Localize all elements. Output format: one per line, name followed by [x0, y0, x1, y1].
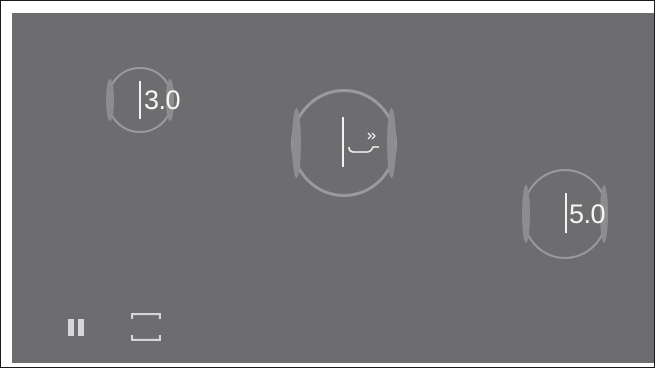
screenshot-frame: 3.0 5.0	[0, 0, 655, 368]
zone-ring	[291, 89, 397, 197]
cooking-zone-center[interactable]	[291, 89, 397, 197]
zone-side-left	[522, 185, 530, 243]
pause-icon[interactable]	[68, 319, 86, 337]
cooking-zone-left[interactable]: 3.0	[106, 67, 181, 133]
fullscreen-icon[interactable]	[131, 313, 161, 341]
level-marker	[565, 193, 567, 233]
zone-side-left	[106, 78, 114, 122]
zone-left-level: 3.0	[144, 85, 181, 115]
zone-side-left	[292, 108, 301, 178]
level-marker	[139, 81, 141, 119]
zone-right-level: 5.0	[569, 199, 606, 229]
zone-side-right	[387, 108, 396, 178]
level-marker	[342, 117, 344, 167]
pan-boost-icon	[348, 132, 379, 153]
hob-display-panel: 3.0 5.0	[12, 13, 654, 363]
cooking-zone-right[interactable]: 5.0	[522, 169, 608, 259]
